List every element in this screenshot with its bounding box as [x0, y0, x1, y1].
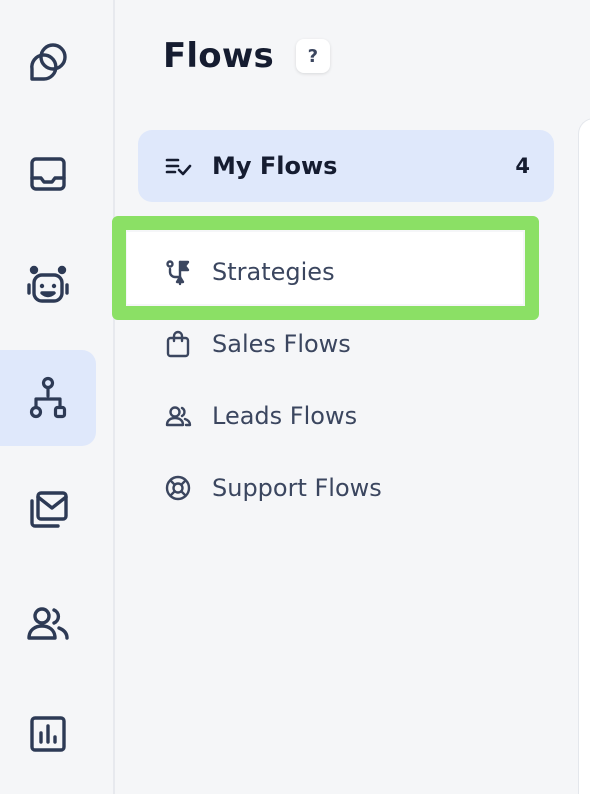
- nav-item-label: Sales Flows: [212, 330, 351, 358]
- flows-panel: Flows ? My Flows 4 Strategies Sales Flow…: [115, 0, 590, 794]
- nav-item-label: Strategies: [212, 258, 335, 286]
- nav-item-label: Leads Flows: [212, 402, 358, 430]
- bot-icon: [27, 265, 69, 303]
- chat-bubbles-icon: [30, 43, 67, 81]
- panel-header: Flows ?: [163, 36, 330, 76]
- rail-item-bots[interactable]: [0, 238, 96, 334]
- rail-item-inbox[interactable]: [0, 126, 96, 222]
- nav-item-support-flows[interactable]: Support Flows: [138, 452, 554, 524]
- people-icon: [164, 402, 192, 430]
- strategy-flag-icon: [164, 258, 192, 286]
- rail-item-reports[interactable]: [0, 686, 96, 782]
- nav-item-sales-flows[interactable]: Sales Flows: [138, 308, 554, 380]
- rail-item-flows[interactable]: [0, 350, 96, 446]
- lifebuoy-icon: [164, 474, 192, 502]
- checklist-icon: [164, 152, 192, 180]
- flow-hierarchy-icon: [29, 376, 67, 419]
- rail-item-contacts[interactable]: [0, 576, 96, 672]
- nav-item-label: Support Flows: [212, 474, 382, 502]
- reports-icon: [30, 716, 66, 752]
- app-root: Flows ? My Flows 4 Strategies Sales Flow…: [0, 0, 590, 794]
- nav-item-strategies[interactable]: Strategies: [138, 236, 554, 308]
- nav-item-leads-flows[interactable]: Leads Flows: [138, 380, 554, 452]
- rail-item-conversations[interactable]: [0, 14, 96, 110]
- nav-item-my-flows[interactable]: My Flows 4: [138, 130, 554, 202]
- my-flows-count: 4: [515, 154, 530, 178]
- campaign-mail-icon: [30, 491, 68, 528]
- rail-item-campaigns[interactable]: [0, 462, 96, 558]
- left-rail: [0, 0, 115, 794]
- contacts-icon: [27, 607, 69, 640]
- page-title: Flows: [163, 36, 274, 76]
- nav-item-label: My Flows: [212, 152, 338, 180]
- shopping-bag-icon: [164, 330, 192, 358]
- help-button[interactable]: ?: [295, 39, 330, 73]
- inbox-icon: [30, 157, 66, 191]
